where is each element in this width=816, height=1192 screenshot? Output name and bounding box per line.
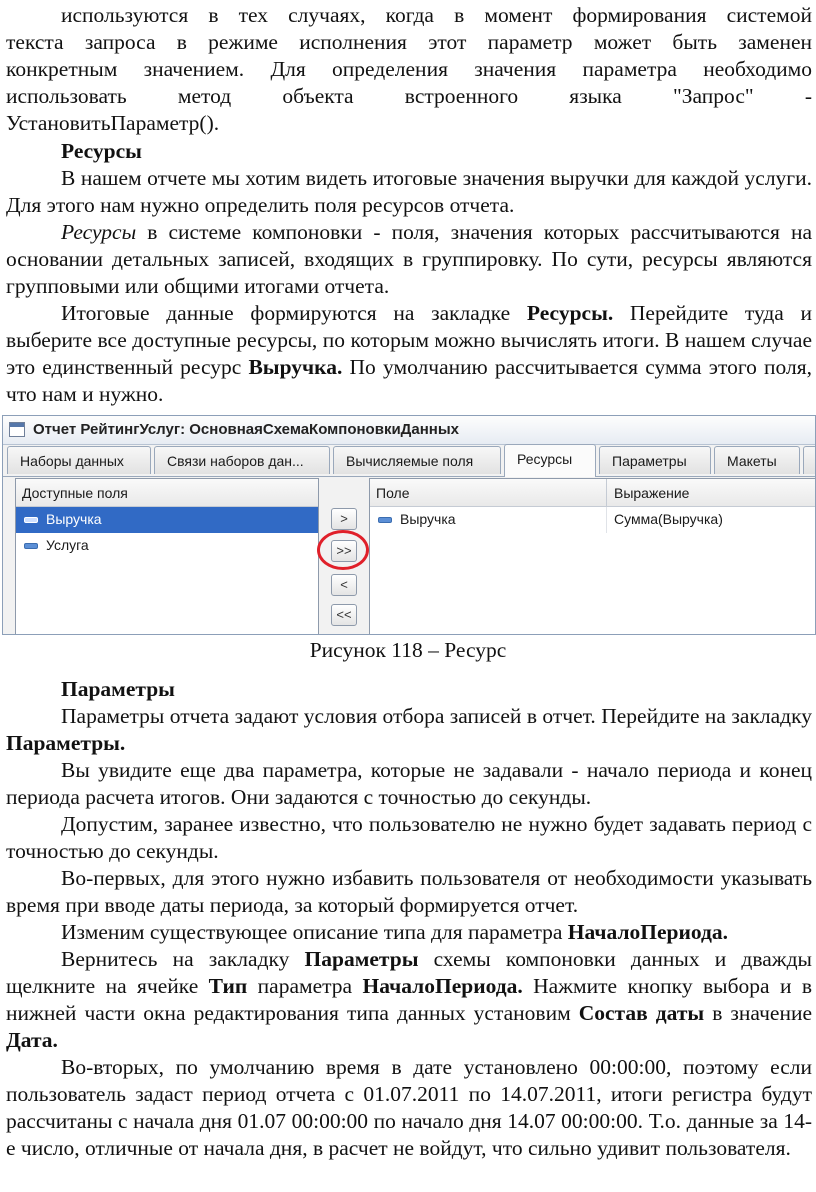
paragraph-line: текста запроса в режиме исполнения этот … <box>6 30 812 54</box>
window-titlebar: Отчет РейтингУслуг: ОсновнаяСхемаКомпоно… <box>3 416 815 445</box>
section-heading-parameters: Параметры <box>61 677 175 701</box>
field-icon <box>24 543 38 550</box>
column-divider <box>606 479 607 506</box>
tab-calculated-fields[interactable]: Вычисляемые поля <box>333 446 501 474</box>
tab-datasets[interactable]: Наборы данных <box>7 446 151 474</box>
tab-more[interactable] <box>803 446 815 474</box>
window-title: Отчет РейтингУслуг: ОсновнаяСхемаКомпоно… <box>33 421 459 438</box>
paragraph: Во-вторых, по умолчанию время в дате уст… <box>6 1055 812 1160</box>
tab-resources[interactable]: Ресурсы <box>504 444 596 477</box>
resources-header-row: Поле Выражение <box>370 479 815 507</box>
paragraph-line: используются в тех случаях, когда в моме… <box>61 3 812 27</box>
paragraph: Вернитесь на закладку Параметры схемы ко… <box>6 947 813 1052</box>
list-item[interactable]: Услуга <box>16 533 318 559</box>
paragraph: Ресурсы в системе компоновки - поля, зна… <box>6 220 812 298</box>
paragraph: Допустим, заранее известно, что пользова… <box>6 812 812 863</box>
tab-dataset-links[interactable]: Связи наборов дан... <box>154 446 330 474</box>
section-heading-resources: Ресурсы <box>61 139 142 163</box>
highlight-circle <box>317 530 369 570</box>
remove-button[interactable]: < <box>331 574 357 596</box>
paragraph: Параметры отчета задают условия отбора з… <box>6 704 812 755</box>
field-icon <box>378 517 392 524</box>
resources-table[interactable]: Поле Выражение Выручка Сумма(Выручка) <box>369 478 815 634</box>
resource-field: Выручка <box>400 511 456 527</box>
paragraph: Итоговые данные формируются на закладке … <box>6 301 813 406</box>
add-button[interactable]: > <box>331 508 357 530</box>
tab-bar: Наборы данных Связи наборов дан... Вычис… <box>3 444 815 477</box>
remove-all-button[interactable]: << <box>331 604 357 626</box>
column-header-field: Поле <box>376 485 410 501</box>
list-item[interactable]: Выручка <box>16 507 318 533</box>
available-fields-list[interactable]: Доступные поля Выручка Услуга <box>15 478 319 634</box>
figure-screenshot: Отчет РейтингУслуг: ОсновнаяСхемаКомпоно… <box>2 415 816 635</box>
paragraph-line: УстановитьПараметр(). <box>6 111 220 135</box>
tab-parameters[interactable]: Параметры <box>599 446 711 474</box>
paragraph: Изменим существующее описание типа для п… <box>61 920 729 944</box>
tab-layouts[interactable]: Макеты <box>714 446 800 474</box>
figure-caption: Рисунок 118 – Ресурс <box>309 638 507 662</box>
paragraph-line: конкретным значением. Для определения зн… <box>6 57 812 81</box>
column-header-expression: Выражение <box>614 485 690 501</box>
resource-expression[interactable]: Сумма(Выручка) <box>614 511 723 527</box>
column-divider <box>606 507 607 533</box>
paragraph: Во-первых, для этого нужно избавить поль… <box>6 866 812 917</box>
window-icon <box>9 422 25 437</box>
paragraph: Вы увидите еще два параметра, которые не… <box>6 758 812 809</box>
available-fields-header: Доступные поля <box>16 479 318 507</box>
field-icon <box>24 517 38 524</box>
paragraph: В нашем отчете мы хотим видеть итоговые … <box>6 166 812 217</box>
paragraph-line: использовать метод объекта встроенного я… <box>6 84 812 108</box>
table-row[interactable]: Выручка Сумма(Выручка) <box>370 507 815 533</box>
